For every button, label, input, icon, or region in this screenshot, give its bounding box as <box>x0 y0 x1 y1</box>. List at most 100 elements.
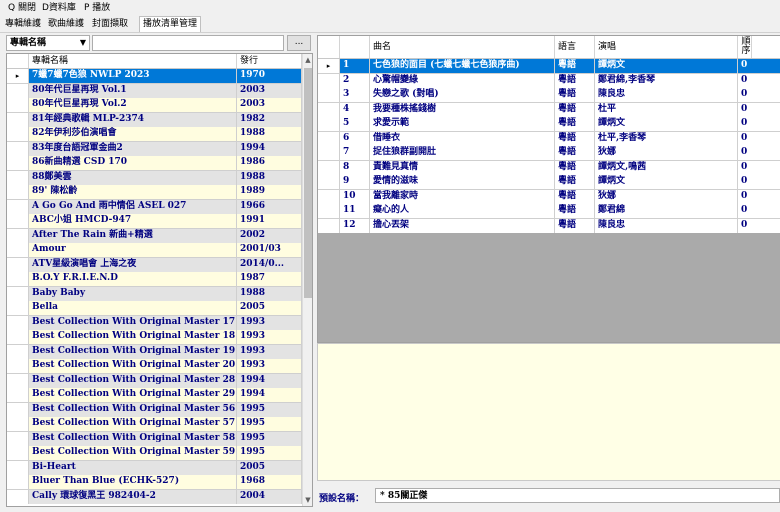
song-row[interactable]: 2 心驚帽變綠 粵語 鄭君綿,李香琴 0 <box>318 73 780 88</box>
song-row[interactable]: 12 擔心丟架 粵語 陳良忠 0 <box>318 218 780 233</box>
album-row[interactable]: 81年經典歌輯 MLP-2374 1982 <box>7 112 302 127</box>
preset-name-field[interactable]: * 85關正傑 <box>375 488 780 503</box>
album-row[interactable]: Best Collection With Original Master 56 1… <box>7 402 302 417</box>
song-header-0[interactable] <box>340 36 370 58</box>
row-selector[interactable] <box>7 243 29 257</box>
song-grid[interactable]: 曲名 語言 演唱 順序 ▸ 1 七色狼的面目 (七蠟七蠟七色狼序曲) 粵語 譚炳文 0 2 心驚帽變綠… <box>317 35 780 343</box>
album-scrollbar[interactable]: ▲ ▼ <box>302 54 312 506</box>
song-header-1[interactable]: 曲名 <box>370 36 555 58</box>
row-selector[interactable] <box>7 257 29 272</box>
song-row[interactable]: ▸ 1 七色狼的面目 (七蠟七蠟七色狼序曲) 粵語 譚炳文 0 <box>318 59 780 74</box>
menu-item-1[interactable]: D資料庫 <box>42 2 76 14</box>
album-row[interactable]: 88鄭美雲 1988 <box>7 170 302 185</box>
song-row[interactable]: 6 借睡衣 粵語 杜平,李香琴 0 <box>318 131 780 146</box>
album-row[interactable]: B.O.Y F.R.I.E.N.D 1987 <box>7 272 302 287</box>
album-row[interactable]: Best Collection With Original Master 19 … <box>7 344 302 359</box>
row-selector[interactable] <box>7 127 29 141</box>
row-selector[interactable] <box>7 359 29 373</box>
row-selector[interactable] <box>318 117 340 131</box>
tab-0[interactable]: 專輯維護 <box>2 17 44 31</box>
album-row[interactable]: Best Collection With Original Master 18 … <box>7 330 302 345</box>
row-selector[interactable] <box>7 373 29 388</box>
album-row[interactable]: After The Rain 新曲+精選 2002 <box>7 228 302 243</box>
row-selector[interactable] <box>7 417 29 431</box>
album-row[interactable]: Cally 環球復黑王 982404-2 2004 <box>7 489 302 504</box>
scroll-down-icon[interactable]: ▼ <box>303 494 312 506</box>
row-selector[interactable] <box>7 460 29 475</box>
album-row[interactable]: Best Collection With Original Master 29 … <box>7 388 302 403</box>
row-selector[interactable] <box>318 146 340 160</box>
album-row[interactable]: Bella 2005 <box>7 301 302 316</box>
row-selector[interactable] <box>7 489 29 504</box>
album-row[interactable]: Best Collection With Original Master 57 1… <box>7 417 302 432</box>
row-selector[interactable] <box>7 199 29 214</box>
row-selector[interactable] <box>318 189 340 204</box>
album-row[interactable]: Baby Baby 1988 <box>7 286 302 301</box>
row-selector[interactable] <box>7 112 29 127</box>
row-selector[interactable] <box>7 475 29 489</box>
album-row[interactable]: 80年代巨星再現 Vol.1 2003 <box>7 83 302 98</box>
row-selector[interactable] <box>7 83 29 98</box>
row-selector[interactable] <box>7 156 29 170</box>
album-row[interactable]: ATV星級演唱會 上海之夜 2014/0... <box>7 257 302 272</box>
scroll-thumb[interactable] <box>304 68 312 298</box>
row-selector[interactable] <box>7 402 29 417</box>
song-header-4[interactable]: 順序 <box>738 36 752 58</box>
browse-button[interactable]: ... <box>287 35 311 51</box>
row-selector[interactable] <box>7 228 29 243</box>
row-selector[interactable] <box>318 160 340 175</box>
row-selector[interactable] <box>318 73 340 88</box>
row-selector[interactable] <box>7 330 29 344</box>
row-selector[interactable]: ▸ <box>7 69 29 83</box>
album-header-0[interactable]: 專輯名稱 <box>29 54 237 68</box>
song-row[interactable]: 5 求愛示範 粵語 譚炳文 0 <box>318 117 780 132</box>
row-selector[interactable] <box>7 170 29 185</box>
album-grid[interactable]: ▸ 7蠟7蠟7色狼 NWLP 2023 1970 80年代巨星再現 Vol.1 2003… <box>6 53 313 507</box>
song-row[interactable]: 3 失戀之歌 (對唱) 粵語 陳良忠 0 <box>318 88 780 103</box>
row-selector[interactable] <box>318 102 340 117</box>
song-row[interactable]: 11 癡心的人 粵語 鄭君綿 0 <box>318 204 780 219</box>
album-row[interactable]: 86新曲精選 CSD 170 1986 <box>7 156 302 171</box>
album-header-1[interactable]: 發行 <box>237 54 302 68</box>
row-selector[interactable] <box>7 344 29 359</box>
song-header-2[interactable]: 語言 <box>555 36 595 58</box>
row-selector[interactable] <box>7 98 29 112</box>
album-row[interactable]: ABC小姐 HMCD-947 1991 <box>7 214 302 229</box>
tab-2[interactable]: 封面擷取 <box>89 17 131 31</box>
album-row[interactable]: Bluer Than Blue (ECHK-527) 1968 <box>7 475 302 490</box>
album-row[interactable]: 89' 陳松齡 1989 <box>7 185 302 200</box>
row-selector[interactable] <box>7 185 29 199</box>
row-selector[interactable] <box>318 204 340 218</box>
row-selector[interactable] <box>318 175 340 189</box>
row-selector[interactable] <box>7 301 29 315</box>
tab-3[interactable]: 播放清單管理 <box>139 16 202 32</box>
song-row[interactable]: 7 捉住狼群副開肚 粵語 狄娜 0 <box>318 146 780 161</box>
row-selector[interactable] <box>7 431 29 446</box>
album-row[interactable]: Best Collection With Original Master 17 … <box>7 315 302 330</box>
album-row[interactable]: ▸ 7蠟7蠟7色狼 NWLP 2023 1970 <box>7 69 302 84</box>
album-row[interactable]: A Go Go And 雨中情侶 ASEL 027 1966 <box>7 199 302 214</box>
row-selector[interactable] <box>318 131 340 146</box>
row-selector[interactable] <box>318 218 340 233</box>
row-selector[interactable] <box>318 88 340 102</box>
song-row[interactable]: 8 責難見真情 粵語 譚炳文,鳴茜 0 <box>318 160 780 175</box>
album-row[interactable]: Best Collection With Original Master 28 … <box>7 373 302 388</box>
song-row[interactable]: 10 當我離家時 粵語 狄娜 0 <box>318 189 780 204</box>
row-selector[interactable] <box>7 286 29 301</box>
album-row[interactable]: 82年伊利莎伯演唱會 1988 <box>7 127 302 142</box>
scroll-up-icon[interactable]: ▲ <box>303 54 312 66</box>
song-row[interactable]: 9 愛情的滋味 粵語 譚炳文 0 <box>318 175 780 190</box>
menu-item-2[interactable]: P 播放 <box>84 2 110 14</box>
album-row[interactable]: Best Collection With Original Master 59 1… <box>7 446 302 461</box>
album-row[interactable]: Amour 2001/03 <box>7 243 302 258</box>
field-select[interactable]: 專輯名稱 ▼ <box>6 35 90 51</box>
song-header-3[interactable]: 演唱 <box>595 36 738 58</box>
row-selector[interactable] <box>7 214 29 228</box>
row-selector[interactable] <box>7 141 29 156</box>
row-selector[interactable]: ▸ <box>318 59 340 73</box>
tab-1[interactable]: 歌曲維護 <box>45 17 87 31</box>
row-selector[interactable] <box>7 388 29 402</box>
row-selector[interactable] <box>7 446 29 460</box>
row-selector[interactable] <box>7 272 29 286</box>
row-selector[interactable] <box>7 315 29 330</box>
